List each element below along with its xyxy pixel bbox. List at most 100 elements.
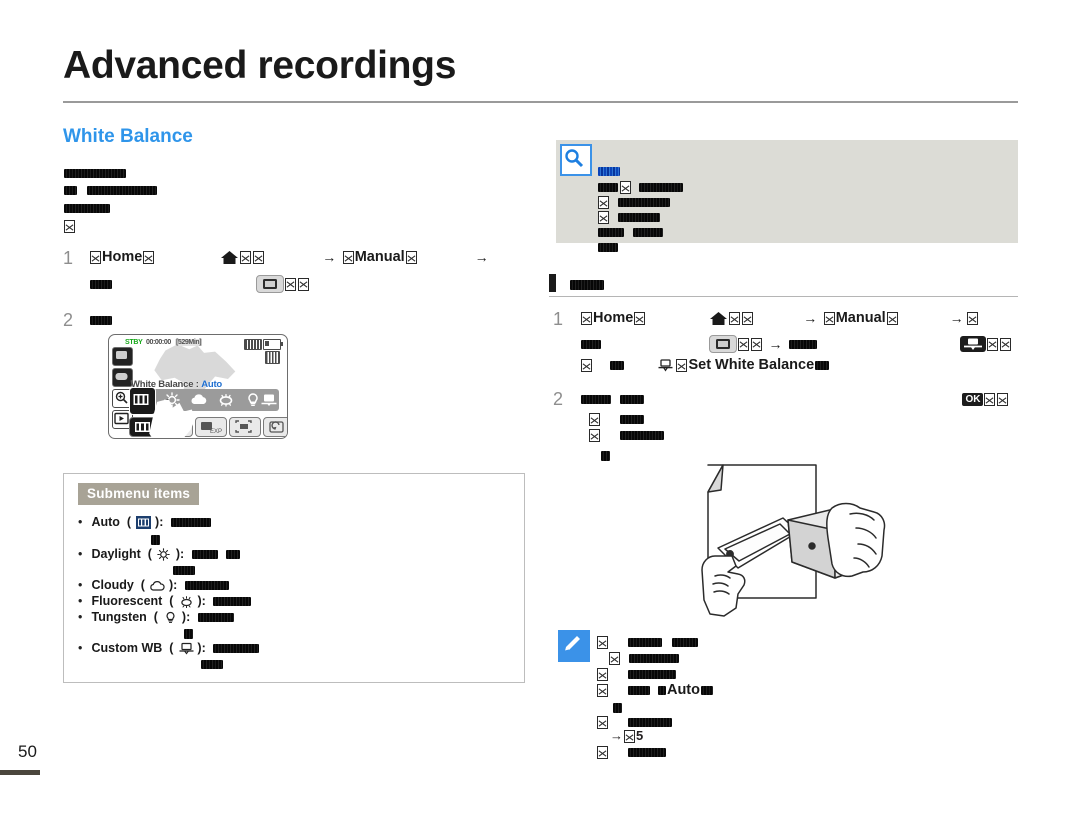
step-number: 1: [553, 309, 564, 329]
hands-holding-camcorder-illustration: [620, 450, 920, 630]
placeholder-glyph: [597, 668, 608, 682]
arrow-glyph: →: [322, 249, 337, 266]
submenu-heading: Submenu items: [78, 483, 200, 505]
placeholder-glyph: [143, 251, 155, 265]
ref-arrow: →: [610, 728, 623, 743]
right-section-heading: [569, 277, 605, 292]
note-pen-icon: [558, 630, 590, 662]
home-keyword: Home: [102, 249, 143, 266]
section-marker-bar: [549, 274, 556, 292]
return-button[interactable]: [263, 417, 287, 437]
submenu-separator: ):: [168, 578, 178, 592]
list-item: • Cloudy ( ):: [78, 578, 230, 592]
page-number: 50: [18, 742, 37, 761]
display-icon: [708, 335, 737, 353]
bullet-glyph: •: [78, 578, 83, 592]
redacted-text: [570, 279, 604, 290]
placeholder-glyph: [597, 716, 608, 730]
left-step1-line1: Home → Manual →: [89, 250, 491, 265]
placeholder-glyph: [620, 181, 631, 195]
placeholder-glyph: [999, 337, 1011, 351]
placeholder-glyph: [676, 359, 688, 373]
list-item: • Auto ( ):: [78, 515, 212, 530]
info-box-line-5: [597, 240, 619, 255]
redacted-text: [213, 597, 252, 607]
placeholder-glyph: [997, 393, 1009, 407]
info-box-line-3: [597, 210, 661, 225]
right-step2-line4: [600, 448, 611, 463]
ok-button[interactable]: OK: [962, 393, 984, 407]
custom-wb-icon: [959, 336, 986, 352]
auto-keyword: Auto: [666, 682, 700, 699]
bullet-glyph: •: [78, 515, 83, 529]
info-box-line-2: [597, 195, 671, 210]
set-white-balance-keyword: Set White Balance: [688, 357, 815, 374]
redacted-text: [815, 361, 830, 371]
focus-button[interactable]: [229, 417, 261, 437]
record-button[interactable]: [112, 347, 133, 366]
redacted-text: [610, 361, 625, 371]
placeholder-glyph: [750, 337, 762, 351]
placeholder-glyph: [589, 429, 600, 443]
placeholder-glyph: [284, 277, 296, 291]
redacted-text: [64, 169, 126, 179]
redacted-text: [601, 450, 610, 461]
info-box-line-4: [597, 225, 664, 240]
list-item-continuation: [183, 626, 194, 640]
redacted-text: [639, 183, 684, 193]
list-item: • Custom WB ( ):: [78, 641, 260, 655]
cloudy-icon[interactable]: [190, 392, 208, 408]
placeholder-glyph: [597, 684, 608, 698]
arrow-glyph: →: [474, 249, 489, 266]
redacted-text: [87, 186, 158, 196]
step-number: 1: [63, 248, 74, 268]
right-step2-line2: [588, 412, 645, 427]
memory-card-icon: [265, 351, 280, 364]
page-title: Advanced recordings: [63, 44, 457, 87]
submenu-separator: ):: [197, 594, 206, 608]
battery-level-icon: [263, 339, 283, 350]
right-step1-line2: →: [580, 335, 1012, 353]
photo-button[interactable]: [112, 368, 133, 387]
home-icon: [220, 250, 239, 265]
placeholder-glyph: [986, 337, 998, 351]
ref-page-number: 5: [636, 728, 644, 743]
right-step2-line1: OK: [580, 392, 1009, 407]
redacted-text: [618, 213, 661, 223]
list-item-continuation: [150, 532, 161, 546]
custom-wb-icon[interactable]: [260, 392, 278, 408]
submenu-label: Daylight: [91, 547, 141, 561]
placeholder-glyph: [609, 652, 620, 666]
header-divider: [63, 101, 1018, 103]
redacted-text: [628, 748, 667, 758]
redacted-text: [170, 518, 211, 528]
redacted-text: [671, 638, 698, 648]
submenu-separator: ):: [155, 515, 164, 529]
placeholder-glyph: [984, 393, 996, 407]
arrow-glyph: →: [949, 310, 964, 327]
redacted-text: [620, 431, 665, 441]
submenu-separator: ):: [175, 547, 185, 561]
placeholder-glyph: [634, 312, 646, 326]
redacted-text: [90, 316, 112, 326]
fluorescent-icon[interactable]: [217, 392, 235, 408]
placeholder-glyph: [342, 251, 354, 265]
battery-icon: [244, 339, 262, 350]
custom-wb-icon: [657, 359, 674, 373]
wb-auto-option-selected[interactable]: [129, 387, 156, 415]
redacted-text: [213, 644, 260, 654]
custom-wb-icon: [178, 642, 194, 655]
bullet-glyph: •: [78, 641, 83, 655]
timecode: 00:00:00: [146, 339, 171, 346]
info-box-title: [597, 164, 621, 179]
placeholder-glyph: [886, 312, 898, 326]
redacted-text: [598, 183, 618, 193]
bullet-glyph: •: [78, 610, 83, 624]
submenu-label: Custom WB: [91, 641, 163, 655]
redacted-text: [197, 613, 234, 623]
exposure-button[interactable]: EXP: [195, 417, 227, 437]
wb-auto-icon: [135, 516, 151, 530]
redacted-text: [226, 550, 241, 560]
submenu-separator: ):: [197, 641, 206, 655]
placeholder-glyph: [64, 220, 75, 234]
